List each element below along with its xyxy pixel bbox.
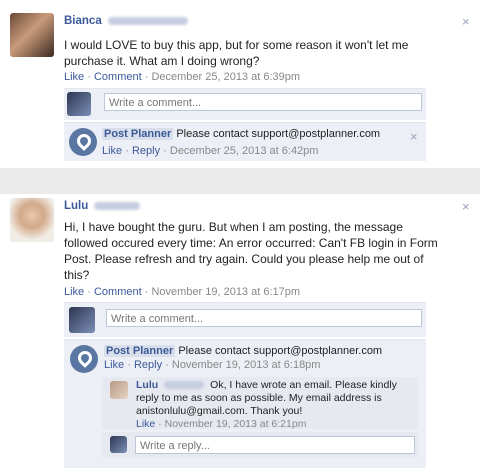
like-link[interactable]: Like bbox=[64, 286, 84, 298]
close-icon[interactable]: × bbox=[462, 200, 470, 213]
timestamp[interactable]: December 25, 2013 at 6:39pm bbox=[151, 71, 300, 83]
reply-panel: Post Planner Please contact support@post… bbox=[64, 339, 426, 468]
avatar[interactable] bbox=[10, 198, 54, 242]
reply-like-link[interactable]: Like bbox=[104, 359, 124, 371]
separator: · bbox=[124, 359, 134, 371]
close-icon[interactable]: × bbox=[462, 15, 470, 28]
reply-meta: Like · Reply · November 19, 2013 at 6:18… bbox=[104, 359, 320, 371]
post-bianca: Bianca × I would LOVE to buy this app, b… bbox=[0, 0, 480, 168]
author-name[interactable]: Lulu bbox=[64, 200, 141, 212]
reply-panel: Post Planner Please contact support@post… bbox=[64, 122, 426, 161]
reply-like-link[interactable]: Like bbox=[102, 145, 122, 157]
current-user-avatar bbox=[110, 436, 127, 453]
comment-meta: Like · Comment · November 19, 2013 at 6:… bbox=[64, 286, 300, 298]
reply-timestamp[interactable]: November 19, 2013 at 6:18pm bbox=[172, 359, 321, 371]
reply-text: Please contact support@postplanner.com bbox=[176, 128, 381, 140]
reply-meta: Like · Reply · December 25, 2013 at 6:42… bbox=[102, 145, 318, 157]
reply-body: Post Planner Please contact support@post… bbox=[104, 345, 382, 357]
post-planner-logo-icon[interactable] bbox=[70, 345, 98, 373]
post-separator bbox=[0, 168, 480, 194]
reply-body: Post Planner Please contact support@post… bbox=[102, 128, 380, 140]
write-reply-panel: Write a reply... bbox=[102, 432, 418, 458]
timestamp[interactable]: November 19, 2013 at 6:17pm bbox=[151, 286, 300, 298]
reply-timestamp[interactable]: December 25, 2013 at 6:42pm bbox=[170, 145, 319, 157]
author-last-name-blurred bbox=[94, 201, 141, 210]
comment-text: Hi, I have bought the guru. But when I a… bbox=[64, 220, 438, 282]
reply-author[interactable]: Post Planner bbox=[102, 128, 174, 140]
write-reply-input[interactable]: Write a reply... bbox=[135, 436, 415, 454]
separator: · bbox=[84, 71, 94, 83]
comment-text: I would LOVE to buy this app, but for so… bbox=[64, 38, 409, 68]
comment-link[interactable]: Comment bbox=[94, 71, 142, 83]
reply-text: Please contact support@postplanner.com bbox=[178, 345, 383, 357]
subreply-author[interactable]: Lulu bbox=[136, 379, 158, 391]
write-comment-input[interactable]: Write a comment... bbox=[106, 309, 422, 327]
post-planner-logo-icon[interactable] bbox=[69, 128, 97, 156]
author-last-name-blurred bbox=[107, 16, 188, 25]
separator: · bbox=[160, 145, 170, 157]
subreply-avatar[interactable] bbox=[110, 381, 128, 399]
comment-link[interactable]: Comment bbox=[94, 286, 142, 298]
write-comment-panel: Write a comment... bbox=[64, 302, 426, 337]
avatar[interactable] bbox=[10, 13, 54, 57]
separator: · bbox=[141, 71, 152, 83]
subreply-like-link[interactable]: Like bbox=[136, 418, 155, 430]
reply-link[interactable]: Reply bbox=[134, 359, 162, 371]
author-first-name[interactable]: Lulu bbox=[64, 200, 88, 212]
current-user-avatar bbox=[67, 92, 91, 116]
subreply-author-last-name-blurred bbox=[164, 381, 205, 390]
close-icon[interactable]: × bbox=[410, 130, 418, 143]
subreply-meta: Like · November 19, 2013 at 6:21pm bbox=[136, 418, 306, 430]
separator: · bbox=[155, 418, 165, 430]
write-comment-panel: Write a comment... bbox=[64, 88, 426, 120]
author-first-name[interactable]: Bianca bbox=[64, 15, 102, 27]
separator: · bbox=[84, 286, 94, 298]
comment-meta: Like · Comment · December 25, 2013 at 6:… bbox=[64, 71, 300, 83]
reply-link[interactable]: Reply bbox=[132, 145, 160, 157]
separator: · bbox=[141, 286, 152, 298]
like-link[interactable]: Like bbox=[64, 71, 84, 83]
separator: · bbox=[122, 145, 132, 157]
post-lulu: Lulu × Hi, I have bought the guru. But w… bbox=[0, 194, 480, 474]
subreply-box: Lulu Ok, I have wrote an email. Please ki… bbox=[102, 377, 418, 430]
subreply-text-block: Lulu Ok, I have wrote an email. Please ki… bbox=[136, 379, 414, 418]
reply-author[interactable]: Post Planner bbox=[104, 345, 176, 357]
subreply-timestamp[interactable]: November 19, 2013 at 6:21pm bbox=[165, 418, 307, 430]
separator: · bbox=[162, 359, 172, 371]
current-user-avatar bbox=[69, 307, 95, 333]
author-name[interactable]: Bianca bbox=[64, 15, 188, 27]
write-comment-input[interactable]: Write a comment... bbox=[104, 93, 422, 111]
